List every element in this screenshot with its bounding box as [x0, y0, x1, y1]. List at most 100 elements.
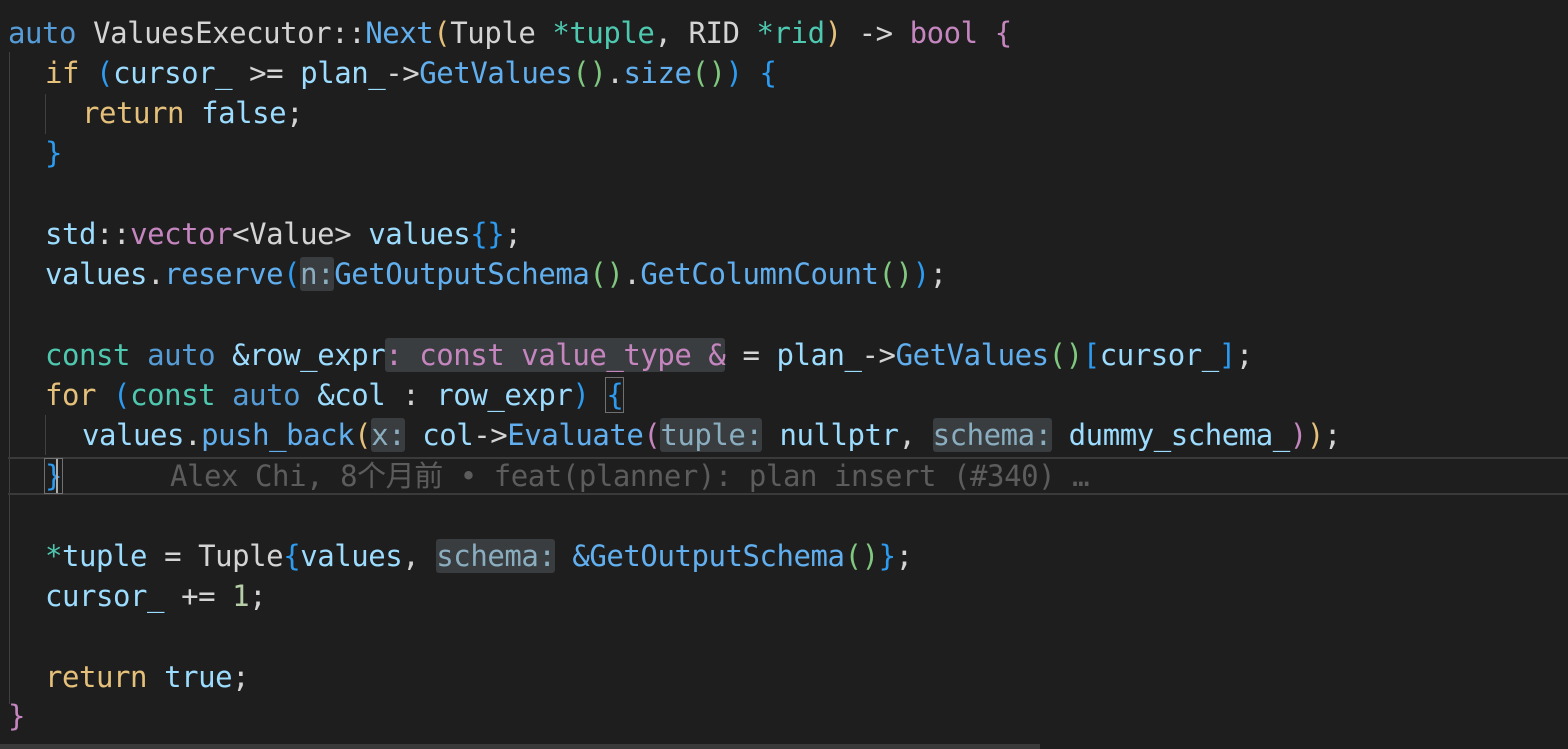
token-function: GetOutputSchema — [589, 539, 845, 573]
token-param: tuple — [569, 16, 655, 50]
code-line-12[interactable]: } — [43, 456, 64, 496]
token-var: col — [422, 418, 474, 452]
token-brace: { — [605, 377, 625, 413]
token-amp: & — [572, 539, 590, 573]
code-line-10[interactable]: for (const auto &col : row_expr) { — [45, 375, 625, 415]
token-arrow: -> — [473, 418, 508, 452]
token-gt: > — [334, 217, 352, 251]
token-paren: ( — [96, 56, 114, 90]
token-type: Tuple — [198, 539, 284, 573]
code-line-2[interactable]: if (cursor_ >= plan_->GetValues().size()… — [45, 53, 777, 93]
token-colon: : — [402, 378, 420, 412]
code-line-11[interactable]: values.push_back(x: col->Evaluate(tuple:… — [82, 415, 1341, 455]
token-template: vector — [130, 217, 233, 251]
token-scope: :: — [96, 217, 131, 251]
token-semicolon: ; — [1323, 418, 1341, 452]
code-line-6[interactable]: std::vector<Value> values{}; — [45, 214, 522, 254]
token-semicolon: ; — [249, 579, 267, 613]
token-dot: . — [184, 418, 202, 452]
code-line-15[interactable]: cursor_ += 1; — [45, 576, 267, 616]
token-var: cursor_ — [1099, 338, 1220, 372]
inlay-hint-param: tuple: — [660, 418, 763, 452]
token-class: ValuesExecutor — [93, 16, 332, 50]
token-bracket: [ — [1082, 338, 1100, 372]
token-var: values — [82, 418, 185, 452]
token-namespace: std — [45, 217, 97, 251]
token-semicolon: ; — [286, 96, 304, 130]
code-editor[interactable]: auto ValuesExecutor::Next(Tuple *tuple, … — [0, 0, 1568, 749]
token-function: size — [623, 56, 692, 90]
token-op: >= — [249, 56, 284, 90]
token-auto: auto — [147, 338, 216, 372]
code-line-7[interactable]: values.reserve(n:GetOutputSchema().GetCo… — [45, 254, 947, 294]
token-eq: = — [742, 338, 760, 372]
token-var: tuple — [62, 539, 148, 573]
token-keyword-for: for — [45, 378, 97, 412]
code-line-9[interactable]: const auto &row_expr: const value_type &… — [45, 335, 1253, 375]
inlay-hint-param: x: — [371, 418, 406, 452]
token-semicolon: ; — [895, 539, 913, 573]
token-function: Next — [365, 16, 434, 50]
token-comma: , — [654, 16, 672, 50]
token-call: () — [589, 257, 624, 291]
token-brace: } — [43, 458, 64, 494]
token-keyword-if: if — [45, 56, 80, 90]
token-semicolon: ; — [504, 217, 522, 251]
inlay-hint-param: schema: — [932, 418, 1052, 452]
code-line-3[interactable]: return false; — [82, 93, 304, 133]
token-function: Evaluate — [507, 418, 644, 452]
token-paren: ) — [1289, 418, 1307, 452]
token-brace: } — [878, 539, 896, 573]
code-line-17[interactable]: return true; — [45, 657, 250, 697]
horizontal-scrollbar[interactable] — [0, 744, 1040, 749]
token-number: 1 — [232, 579, 250, 613]
token-call: () — [691, 56, 726, 90]
token-paren: ( — [113, 378, 131, 412]
token-const: const — [45, 338, 131, 372]
token-paren: ( — [643, 418, 661, 452]
token-var: dummy_schema_ — [1068, 418, 1291, 452]
inlay-hint-param: schema: — [436, 539, 556, 573]
token-deref: * — [45, 539, 63, 573]
code-line-1[interactable]: auto ValuesExecutor::Next(Tuple *tuple, … — [8, 13, 1012, 53]
token-brace: { — [994, 16, 1012, 50]
token-function: GetOutputSchema — [334, 257, 590, 291]
token-brace-init: {} — [470, 217, 505, 251]
token-brace: { — [283, 539, 301, 573]
token-function: GetValues — [419, 56, 573, 90]
token-function: GetColumnCount — [640, 257, 879, 291]
token-nullptr: nullptr — [779, 418, 899, 452]
inlay-hint-type: : const value_type & — [385, 338, 726, 372]
token-brace: } — [45, 136, 63, 170]
token-semicolon: ; — [1235, 338, 1253, 372]
token-paren: ( — [283, 257, 301, 291]
token-comma: , — [898, 418, 916, 452]
token-comma: , — [402, 539, 420, 573]
token-brace: } — [8, 699, 26, 733]
token-type: RID — [688, 16, 740, 50]
token-var: plan_ — [300, 56, 386, 90]
code-line-14[interactable]: *tuple = Tuple{values, schema: &GetOutpu… — [45, 536, 913, 576]
token-paren: ) — [824, 16, 842, 50]
token-var: values — [45, 257, 148, 291]
token-call: () — [572, 56, 607, 90]
token-scope: :: — [331, 16, 366, 50]
token-call: () — [844, 539, 879, 573]
code-line-18[interactable]: } — [8, 696, 25, 736]
token-paren: ( — [354, 418, 372, 452]
token-arrow: -> — [858, 16, 893, 50]
token-type: Tuple — [450, 16, 536, 50]
token-call: () — [878, 257, 913, 291]
token-arrow: -> — [861, 338, 896, 372]
token-var: values — [300, 539, 403, 573]
token-paren: ) — [572, 378, 590, 412]
token-var: row_expr — [436, 378, 573, 412]
indent-guide-for — [45, 415, 46, 455]
token-semicolon: ; — [929, 257, 947, 291]
token-eq: = — [164, 539, 182, 573]
token-function: reserve — [164, 257, 284, 291]
inlay-hint-param: n: — [300, 257, 335, 291]
code-line-4[interactable]: } — [45, 133, 62, 173]
token-pointer: * — [756, 16, 774, 50]
token-brace: { — [759, 56, 777, 90]
